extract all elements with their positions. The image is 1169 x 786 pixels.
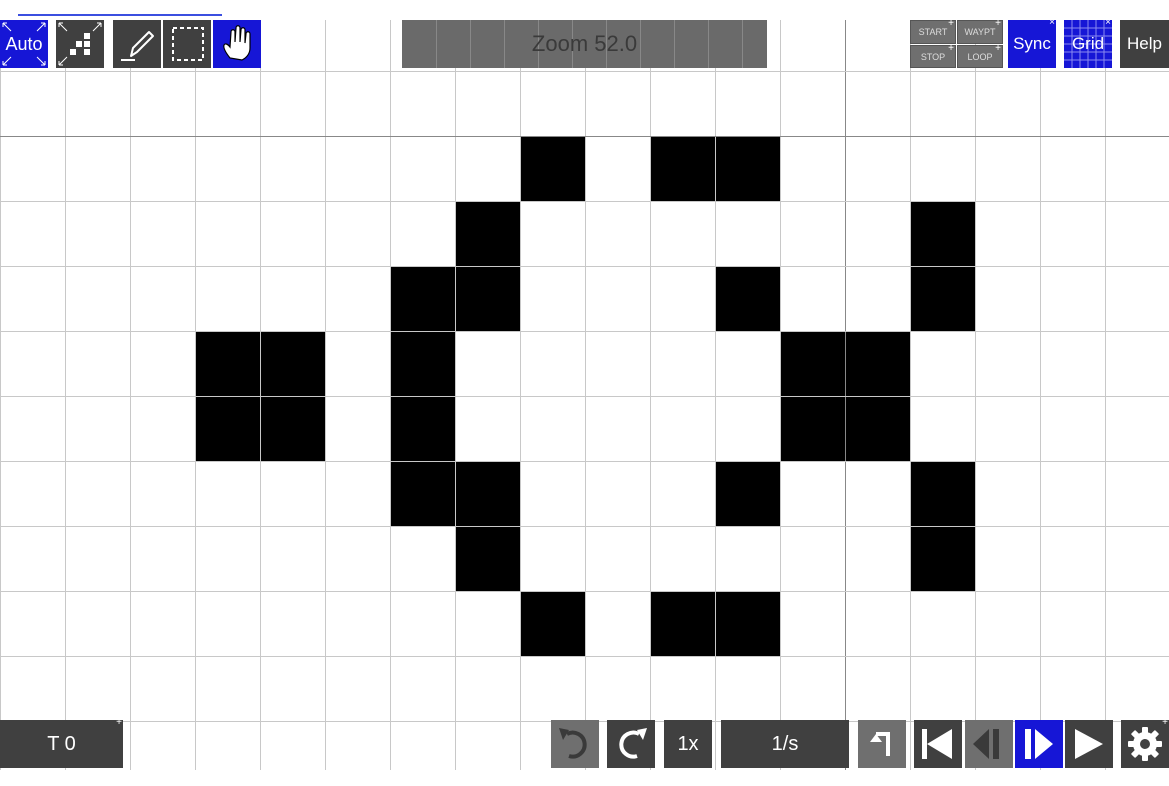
live-cell[interactable]	[455, 526, 520, 591]
live-cell[interactable]	[845, 331, 910, 396]
live-cell[interactable]	[390, 396, 455, 461]
waypoint-label: WAYPT	[964, 27, 996, 37]
select-icon	[172, 27, 204, 61]
rate-label: 1/s	[771, 732, 799, 755]
loop-button[interactable]: LOOP +	[957, 43, 1003, 68]
live-cell[interactable]	[650, 136, 715, 201]
cell-grid[interactable]	[0, 20, 1169, 770]
skip-to-start-icon	[922, 729, 952, 759]
reset-button[interactable]	[858, 720, 906, 768]
zoom-label: Zoom 52.0	[531, 31, 638, 56]
live-cell[interactable]	[910, 526, 975, 591]
live-cell[interactable]	[650, 591, 715, 656]
live-cell[interactable]	[195, 396, 260, 461]
speed-multiplier-label: 1x	[677, 732, 699, 755]
loop-label: LOOP	[967, 51, 993, 62]
step-forward-icon	[1025, 729, 1053, 759]
hand-icon	[223, 25, 251, 61]
start-label: START	[918, 27, 948, 37]
live-cell[interactable]	[715, 136, 780, 201]
stop-button[interactable]: STOP +	[910, 43, 956, 68]
step-forward-button[interactable]	[1015, 720, 1063, 768]
live-cell[interactable]	[390, 461, 455, 526]
zoom-slider[interactable]: Zoom 52.0	[402, 20, 767, 68]
help-label: Help	[1127, 34, 1162, 53]
generation-label: T 0	[47, 732, 76, 755]
sync-label: Sync	[1013, 34, 1051, 53]
live-cell[interactable]	[715, 266, 780, 331]
live-cell[interactable]	[910, 266, 975, 331]
live-cell[interactable]	[390, 331, 455, 396]
live-cell[interactable]	[715, 461, 780, 526]
waypoint-button[interactable]: WAYPT +	[957, 20, 1003, 44]
undo-icon	[559, 728, 587, 759]
live-cell[interactable]	[845, 396, 910, 461]
pencil-icon	[121, 31, 154, 61]
redo-button[interactable]	[607, 720, 655, 768]
pattern-viewport[interactable]: Auto Zoom 52.0 START + WAYPT + STOP + LO…	[0, 20, 1169, 770]
expand-corners-icon	[2, 22, 46, 66]
live-cell[interactable]	[455, 461, 520, 526]
auto-button[interactable]: Auto	[0, 20, 48, 68]
generation-counter[interactable]: T 0 +	[0, 717, 123, 768]
speed-multiplier-button[interactable]: 1x	[664, 720, 712, 768]
live-cell[interactable]	[195, 331, 260, 396]
rate-slider[interactable]: 1/s	[721, 720, 849, 768]
fit-pattern-icon	[58, 22, 102, 66]
live-cell[interactable]	[715, 591, 780, 656]
live-cell[interactable]	[520, 136, 585, 201]
live-cell[interactable]	[390, 266, 455, 331]
sync-button[interactable]: Sync ×	[1008, 20, 1056, 68]
page-link[interactable]	[18, 0, 222, 16]
draw-button[interactable]	[113, 20, 161, 68]
select-button[interactable]	[163, 20, 211, 68]
pan-button[interactable]	[213, 20, 261, 68]
start-button[interactable]: START +	[910, 20, 956, 44]
reset-icon	[870, 732, 890, 756]
redo-icon	[619, 728, 647, 759]
step-back-icon	[973, 729, 999, 759]
live-cell[interactable]	[780, 331, 845, 396]
stop-label: STOP	[920, 51, 946, 62]
live-cell[interactable]	[455, 266, 520, 331]
live-cell[interactable]	[780, 396, 845, 461]
play-icon	[1075, 729, 1103, 759]
live-cell[interactable]	[455, 201, 520, 266]
live-cell[interactable]	[910, 461, 975, 526]
live-cell[interactable]	[910, 201, 975, 266]
help-button[interactable]: Help	[1120, 20, 1169, 68]
undo-button[interactable]	[551, 720, 599, 768]
fit-pattern-button[interactable]	[56, 20, 104, 68]
play-button[interactable]	[1065, 720, 1113, 768]
step-back-button[interactable]	[965, 720, 1013, 768]
grid-label: Grid	[1071, 34, 1105, 53]
settings-button[interactable]: +	[1121, 717, 1169, 768]
live-cell[interactable]	[260, 396, 325, 461]
live-cell[interactable]	[520, 591, 585, 656]
grid-button[interactable]: Grid ×	[1064, 20, 1112, 68]
live-cell[interactable]	[260, 331, 325, 396]
first-generation-button[interactable]	[914, 720, 962, 768]
